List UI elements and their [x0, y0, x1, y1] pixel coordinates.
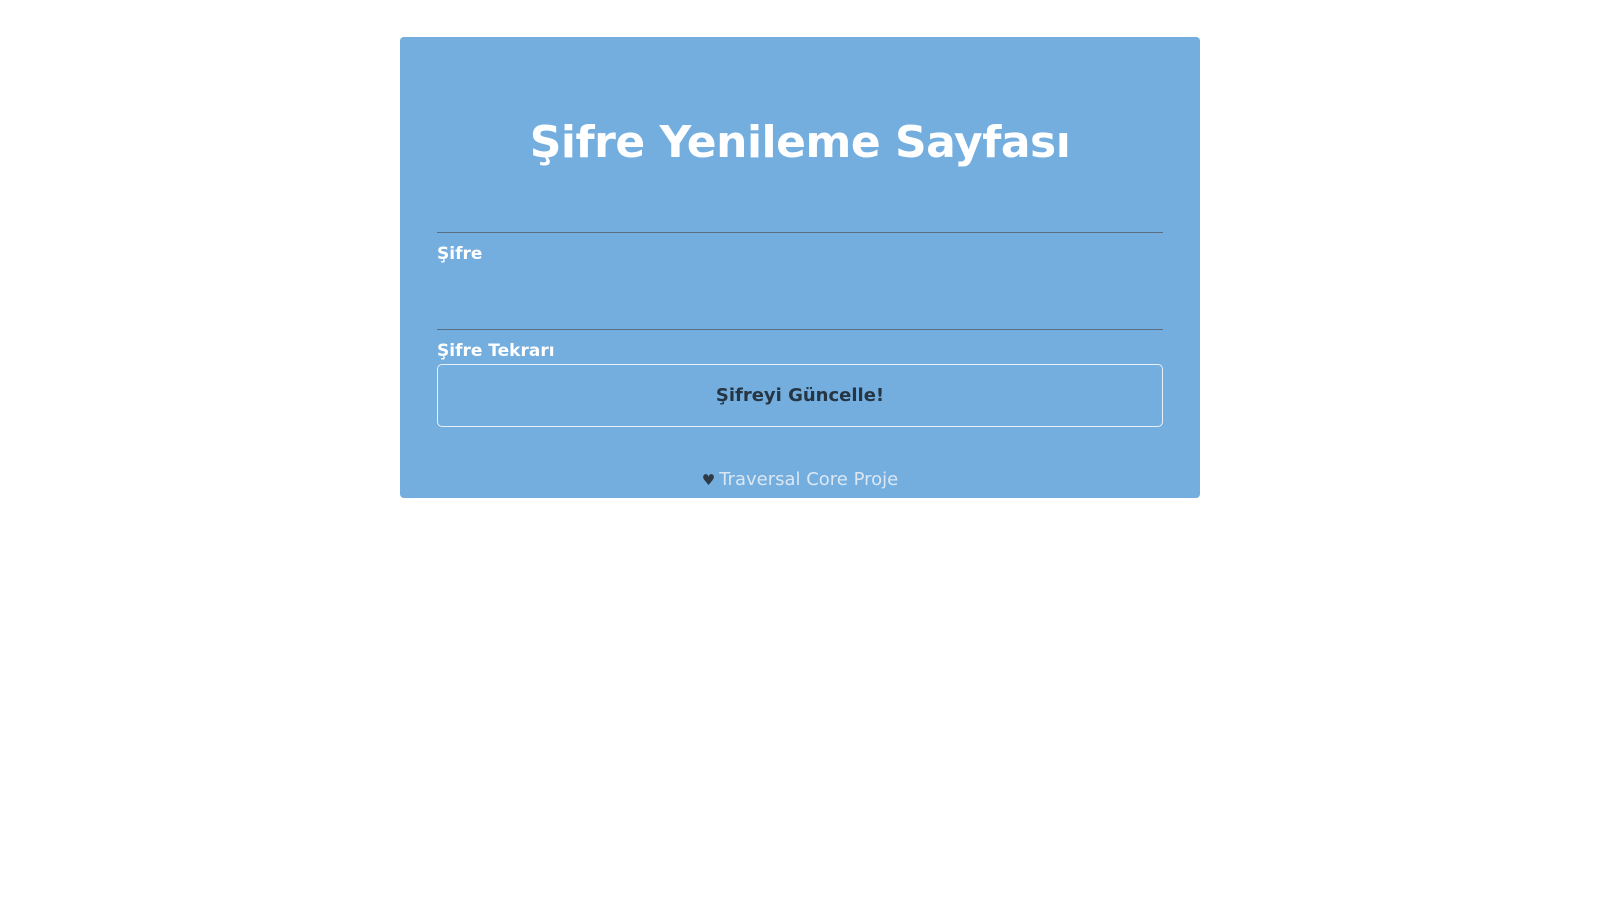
footer: ♥ Traversal Core Proje	[400, 468, 1200, 492]
password-label: Şifre	[437, 244, 483, 264]
password-repeat-input[interactable]	[437, 290, 1163, 330]
footer-link[interactable]: Traversal Core Proje	[719, 469, 898, 490]
password-repeat-label: Şifre Tekrarı	[437, 341, 555, 361]
password-input[interactable]	[437, 193, 1163, 233]
update-password-button[interactable]: Şifreyi Güncelle!	[437, 364, 1163, 427]
password-repeat-field-group: Şifre Tekrarı	[437, 290, 1163, 362]
page-title: Şifre Yenileme Sayfası	[529, 117, 1071, 168]
password-field-group: Şifre	[437, 193, 1163, 265]
heart-icon: ♥	[701, 471, 716, 489]
password-reset-card: Şifre Yenileme Sayfası Şifre Şifre Tekra…	[400, 37, 1200, 498]
